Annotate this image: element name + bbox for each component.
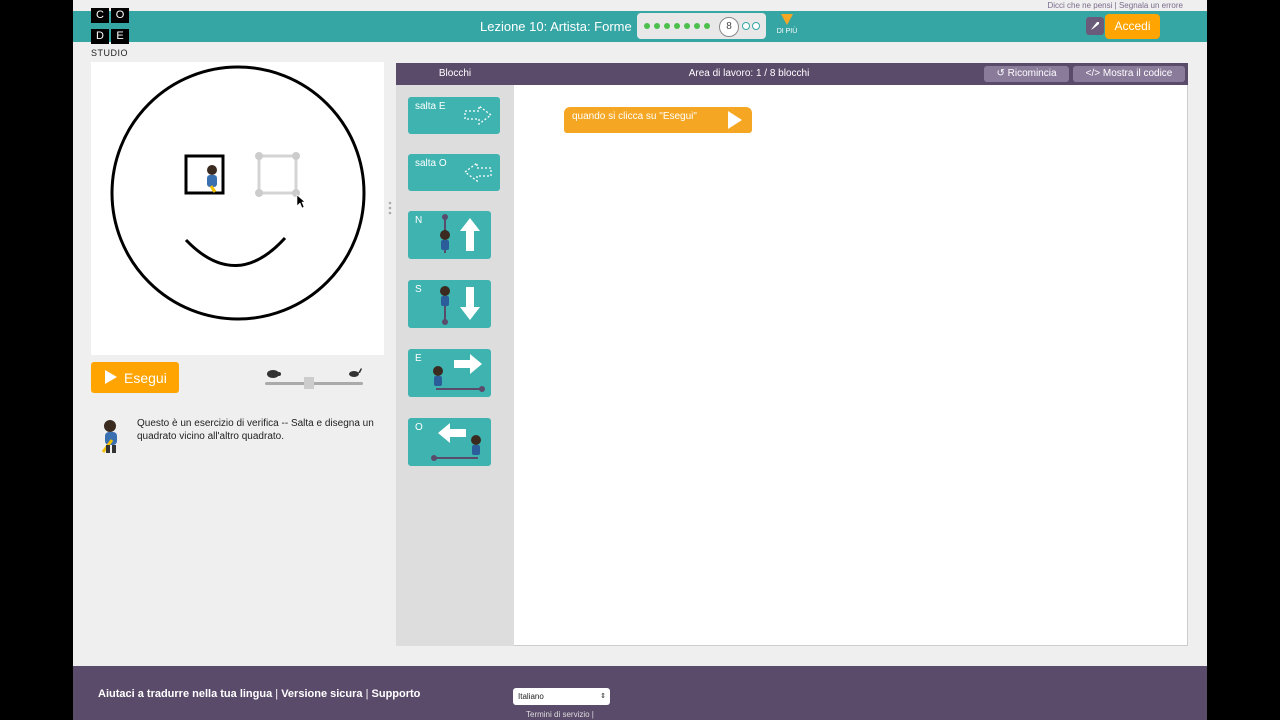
- workspace-title: Area di lavoro: 1 / 8 blocchi: [688, 68, 810, 79]
- select-arrows-icon: ⇕: [600, 693, 606, 700]
- when-run-label: quando si clicca su "Esegui": [572, 111, 697, 122]
- arrow-left-icon: [431, 423, 481, 461]
- when-run-block[interactable]: quando si clicca su "Esegui": [564, 107, 752, 133]
- code-icon: </>: [1085, 68, 1103, 79]
- language-select[interactable]: Italiano ⇕: [513, 688, 610, 705]
- reset-icon: ↺: [996, 68, 1008, 79]
- dashed-arrow-right-icon: [464, 104, 493, 126]
- arrow-up-icon: [440, 214, 480, 253]
- rabbit-icon: [349, 368, 362, 377]
- show-code-button[interactable]: </> Mostra il codice: [1073, 66, 1185, 82]
- level-dot-2[interactable]: [654, 23, 660, 29]
- play-icon: [728, 111, 742, 129]
- level-dot-6[interactable]: [694, 23, 700, 29]
- workspace-area[interactable]: [514, 85, 1188, 646]
- current-level-indicator[interactable]: 8: [719, 17, 739, 37]
- translate-link[interactable]: Aiutaci a tradurre nella tua lingua: [98, 688, 272, 700]
- speed-slider[interactable]: [263, 366, 365, 390]
- speed-thumb[interactable]: [304, 377, 315, 389]
- block-label: S: [415, 284, 422, 295]
- play-icon: [105, 370, 117, 384]
- logo-letter: C: [91, 8, 109, 23]
- canvas-drawing: [110, 65, 366, 321]
- terms-link[interactable]: Termini di servizio |: [526, 710, 594, 719]
- level-dot-9[interactable]: [742, 22, 750, 30]
- arrow-down-icon: [440, 286, 480, 325]
- rocket-icon: [1091, 22, 1099, 30]
- header-bar: Lezione 10: Artista: Forme 8 DI PIÙ Acce…: [73, 11, 1207, 42]
- instructions-text: Questo è un esercizio di verifica -- Sal…: [137, 418, 374, 442]
- run-button-label: Esegui: [124, 370, 167, 386]
- dashed-arrow-left-icon: [463, 161, 492, 183]
- workspace-header: Area di lavoro: 1 / 8 blocchi ↺ Ricominc…: [514, 63, 1188, 85]
- more-levels-label: DI PIÙ: [776, 28, 798, 35]
- arrow-right-icon: [433, 354, 485, 392]
- level-dot-4[interactable]: [674, 23, 680, 29]
- block-label: O: [415, 422, 423, 433]
- level-dot-7[interactable]: [704, 23, 710, 29]
- block-label: salta E: [415, 101, 446, 112]
- support-link[interactable]: Supporto: [372, 688, 421, 700]
- reset-button[interactable]: ↺ Ricomincia: [984, 66, 1069, 82]
- logo-letter: E: [111, 29, 129, 44]
- triangle-down-icon: [781, 14, 793, 25]
- code-studio-logo[interactable]: C O D E STUDIO: [90, 8, 132, 58]
- artist-avatar-icon: [101, 420, 117, 453]
- level-dot-3[interactable]: [664, 23, 670, 29]
- reset-label: Ricomincia: [1007, 68, 1057, 79]
- artist-canvas: [91, 62, 384, 355]
- move-west-block[interactable]: O: [408, 418, 491, 466]
- feedback-link[interactable]: Dicci che ne pensi: [1047, 1, 1112, 10]
- jump-west-block[interactable]: salta O: [408, 154, 500, 191]
- rocket-button[interactable]: [1086, 17, 1104, 35]
- logo-letter: O: [111, 8, 129, 23]
- page: Dicci che ne pensi | Segnala un errore L…: [73, 0, 1207, 720]
- move-east-block[interactable]: E: [408, 349, 491, 397]
- jump-east-block[interactable]: salta E: [408, 97, 500, 134]
- grip-dots-icon: [388, 201, 392, 215]
- run-button[interactable]: Esegui: [91, 362, 179, 393]
- toolbox-header: Blocchi: [396, 63, 514, 85]
- instructions-panel: Questo è un esercizio di verifica -- Sal…: [98, 413, 388, 463]
- language-value: Italiano: [518, 692, 544, 701]
- artist-character-icon: [207, 165, 217, 193]
- level-progress: 8: [637, 13, 766, 39]
- secure-version-link[interactable]: Versione sicura: [281, 688, 362, 700]
- login-button[interactable]: Accedi: [1105, 14, 1160, 39]
- block-label: E: [415, 353, 422, 364]
- resize-handle[interactable]: [388, 200, 392, 216]
- move-north-block[interactable]: N: [408, 211, 491, 259]
- report-link[interactable]: Segnala un errore: [1119, 1, 1183, 10]
- level-dot-5[interactable]: [684, 23, 690, 29]
- turtle-icon: [267, 370, 281, 378]
- logo-letter: D: [91, 29, 109, 44]
- ghost-square-target: [255, 152, 300, 197]
- block-label: salta O: [415, 158, 447, 169]
- more-levels-button[interactable]: DI PIÙ: [772, 14, 802, 35]
- show-code-label: Mostra il codice: [1102, 68, 1173, 79]
- level-dot-1[interactable]: [644, 23, 650, 29]
- mouse-cursor-icon: [296, 194, 306, 209]
- move-south-block[interactable]: S: [408, 280, 491, 328]
- lesson-title: Lezione 10: Artista: Forme: [480, 19, 632, 34]
- footer: Aiutaci a tradurre nella tua lingua | Ve…: [73, 666, 1207, 720]
- block-label: N: [415, 215, 423, 226]
- level-dot-10[interactable]: [752, 22, 760, 30]
- top-links: Dicci che ne pensi | Segnala un errore: [1047, 1, 1183, 10]
- footer-links: Aiutaci a tradurre nella tua lingua | Ve…: [98, 688, 420, 700]
- logo-studio-label: STUDIO: [91, 48, 129, 58]
